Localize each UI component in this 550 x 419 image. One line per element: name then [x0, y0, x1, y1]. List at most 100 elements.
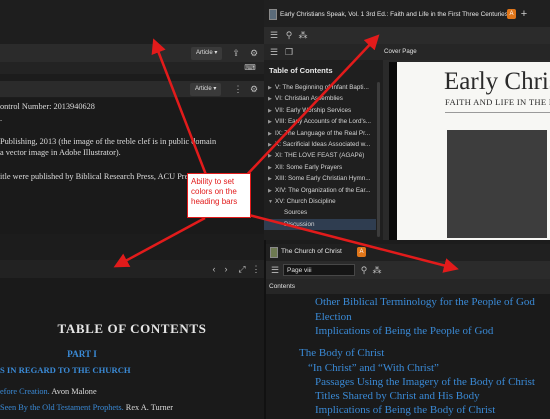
toc-document-title: TABLE OF CONTENTS	[57, 321, 207, 336]
cover-page-view: Early Chris FAITH AND LIFE IN THE FIRST	[383, 60, 550, 240]
tab-title[interactable]: The Church of Christ	[281, 248, 342, 255]
text-line: .	[0, 113, 3, 123]
chapter-link[interactable]: Seen By the Old Testament Prophets.	[0, 403, 124, 412]
cover-engraving-image	[447, 130, 547, 238]
toc-item[interactable]: ▶ X: Sacrificial Ideas Associated w...	[264, 139, 376, 150]
contents-link[interactable]: Implications of Being the Body of Christ	[315, 404, 495, 416]
tab-badge[interactable]: A	[357, 247, 366, 257]
expand-triangle-icon[interactable]: ▶	[268, 186, 275, 196]
toc-item[interactable]: ▶ VIII: Early Accounts of the Lord's...	[264, 116, 376, 127]
text-line: Publishing, 2013 (the image of the trebl…	[0, 136, 217, 146]
toc-scrollbar[interactable]	[377, 82, 380, 237]
page-input[interactable]	[283, 264, 355, 276]
expand-triangle-icon[interactable]: ▶	[268, 151, 275, 161]
cover-page-image: Early Chris FAITH AND LIFE IN THE FIRST	[397, 62, 550, 240]
cover-page-label: Cover Page	[384, 48, 417, 55]
forward-arrow-icon[interactable]: ›	[220, 263, 232, 275]
pages-icon[interactable]: ❐	[283, 46, 295, 58]
search-icon[interactable]: ⚲	[283, 29, 295, 41]
cover-title: Early Chris	[444, 68, 550, 95]
toc-list: ▶ V: The Beginning of Infant Bapti... ▶ VI…	[264, 82, 376, 240]
contents-label: Contents	[269, 283, 296, 290]
contents-link[interactable]: Election	[315, 311, 352, 323]
contents-link[interactable]: Titles Shared by Christ and His Body	[315, 390, 480, 402]
toc-panel: Table of Contents ▶ V: The Beginning of I…	[264, 60, 383, 240]
toc-entry: efore Creation. Avon Malone	[0, 387, 97, 396]
contents-link[interactable]: Implications of Being the People of God	[315, 325, 493, 337]
toc-subitem-selected[interactable]: Discussion	[264, 218, 376, 231]
menu-icon[interactable]: ☰	[269, 264, 281, 276]
toc-heading: Table of Contents	[269, 66, 333, 75]
top-left-toolbar: Article ▾ ⇪ ⚙	[0, 44, 264, 62]
toc-item[interactable]: ▶ XIV: The Organization of the Ear...	[264, 185, 376, 196]
right-panel-tab-bar: Early Christians Speak, Vol. 1 3rd Ed.: …	[264, 0, 550, 27]
new-tab-button[interactable]: +	[517, 7, 531, 21]
expand-triangle-icon[interactable]: ▶	[268, 94, 275, 104]
toc-item[interactable]: ▶ V: The Beginning of Infant Bapti...	[264, 82, 376, 93]
toc-item-expanded[interactable]: ▼ XV: Church Discipline	[264, 196, 376, 207]
article-dropdown-secondary[interactable]: Article ▾	[190, 83, 222, 96]
cover-black-strip	[389, 62, 397, 240]
settings-icon[interactable]: ⚙	[248, 83, 260, 95]
toc-item[interactable]: ▶ IX: The Language of the Real Pr...	[264, 128, 376, 139]
expand-triangle-icon[interactable]: ▶	[268, 83, 275, 93]
bottom-right-document: Other Biblical Terminology for the Peopl…	[266, 294, 550, 419]
expand-triangle-icon[interactable]: ▶	[268, 106, 275, 116]
contents-link[interactable]: Other Biblical Terminology for the Peopl…	[315, 296, 535, 308]
toc-subitem[interactable]: Sources	[264, 207, 376, 218]
collapse-triangle-icon[interactable]: ▼	[268, 197, 275, 207]
panel-divider	[0, 234, 264, 260]
bottom-right-toolbar: ☰ ⚲ ⁂	[266, 261, 550, 279]
toc-item[interactable]: ▶ XI: THE LOVE FEAST (AGAPē)	[264, 150, 376, 161]
top-left-header-bar	[0, 0, 264, 44]
toc-entry: Seen By the Old Testament Prophets. Rex …	[0, 403, 173, 412]
expand-triangle-icon[interactable]: ▶	[268, 117, 275, 127]
tab-title[interactable]: Early Christians Speak, Vol. 1 3rd Ed.: …	[280, 10, 533, 19]
keyboard-icon[interactable]: ⌨	[244, 62, 256, 74]
sidebar-toggle-icon[interactable]: ☰	[268, 46, 280, 58]
toc-item[interactable]: ▶ XII: Some Early Prayers	[264, 162, 376, 173]
contents-link[interactable]: The Body of Christ	[299, 347, 384, 359]
share-nodes-icon[interactable]: ⁂	[297, 29, 309, 41]
text-line: a vector image in Adobe Illustrator).	[0, 148, 121, 158]
toc-item[interactable]: ▶ VI: Christian Assemblies	[264, 93, 376, 104]
annotation-callout: Ability to set colors on the heading bar…	[187, 173, 251, 218]
top-left-subbar: ⌨	[0, 62, 264, 74]
right-panel-toolbar: ☰ ⚲ ⁂	[264, 27, 550, 44]
author-text: Avon Malone	[49, 387, 97, 396]
author-text: Rex A. Turner	[123, 403, 174, 412]
settings-icon[interactable]: ⚙	[248, 47, 260, 59]
cover-subtitle: FAITH AND LIFE IN THE FIRST	[445, 97, 550, 107]
contents-link[interactable]: Passages Using the Imagery of the Body o…	[315, 376, 535, 388]
expand-triangle-icon[interactable]: ▶	[268, 129, 275, 139]
cover-rule	[445, 112, 550, 113]
toc-header-bar: ☰ ❐ Cover Page	[264, 44, 550, 60]
more-options-icon[interactable]: ⋮	[232, 83, 244, 95]
tab-badge[interactable]: A	[507, 9, 516, 19]
share-icon[interactable]: ⇪	[230, 47, 242, 59]
text-line	[0, 159, 264, 171]
text-line	[0, 124, 264, 136]
bottom-left-header-bar: ‹ › ⤢ ⋮	[0, 260, 264, 278]
expand-triangle-icon[interactable]: ▶	[268, 163, 275, 173]
search-icon[interactable]: ⚲	[358, 264, 370, 276]
share-nodes-icon[interactable]: ⁂	[371, 264, 383, 276]
expand-triangle-icon[interactable]: ▶	[268, 174, 275, 184]
toc-item[interactable]: ▶ XIII: Some Early Christian Hymn...	[264, 173, 376, 184]
menu-icon[interactable]: ☰	[268, 29, 280, 41]
expand-triangle-icon[interactable]: ▶	[268, 140, 275, 150]
part-heading: PART I	[67, 349, 97, 359]
more-options-icon[interactable]: ⋮	[250, 263, 262, 275]
toc-item[interactable]: ▶ VII: Early Worship Services	[264, 105, 376, 116]
article-dropdown[interactable]: Article ▾	[191, 47, 223, 60]
bottom-right-tab-bar: The Church of Christ A	[266, 244, 550, 261]
text-line: ontrol Number: 2013940628	[0, 102, 95, 111]
bottom-left-document: TABLE OF CONTENTS PART I S IN REGARD TO …	[0, 278, 264, 419]
contents-link[interactable]: “In Christ” and “With Christ”	[308, 362, 439, 374]
back-arrow-icon[interactable]: ‹	[208, 263, 220, 275]
top-left-article-bar: Article ▾ ⋮ ⚙	[0, 81, 264, 97]
expand-icon[interactable]: ⤢	[236, 263, 248, 275]
chapter-link[interactable]: efore Creation.	[0, 387, 50, 396]
part-subtitle: S IN REGARD TO THE CHURCH	[0, 365, 131, 375]
book-cover-thumbnail-icon	[270, 247, 278, 258]
